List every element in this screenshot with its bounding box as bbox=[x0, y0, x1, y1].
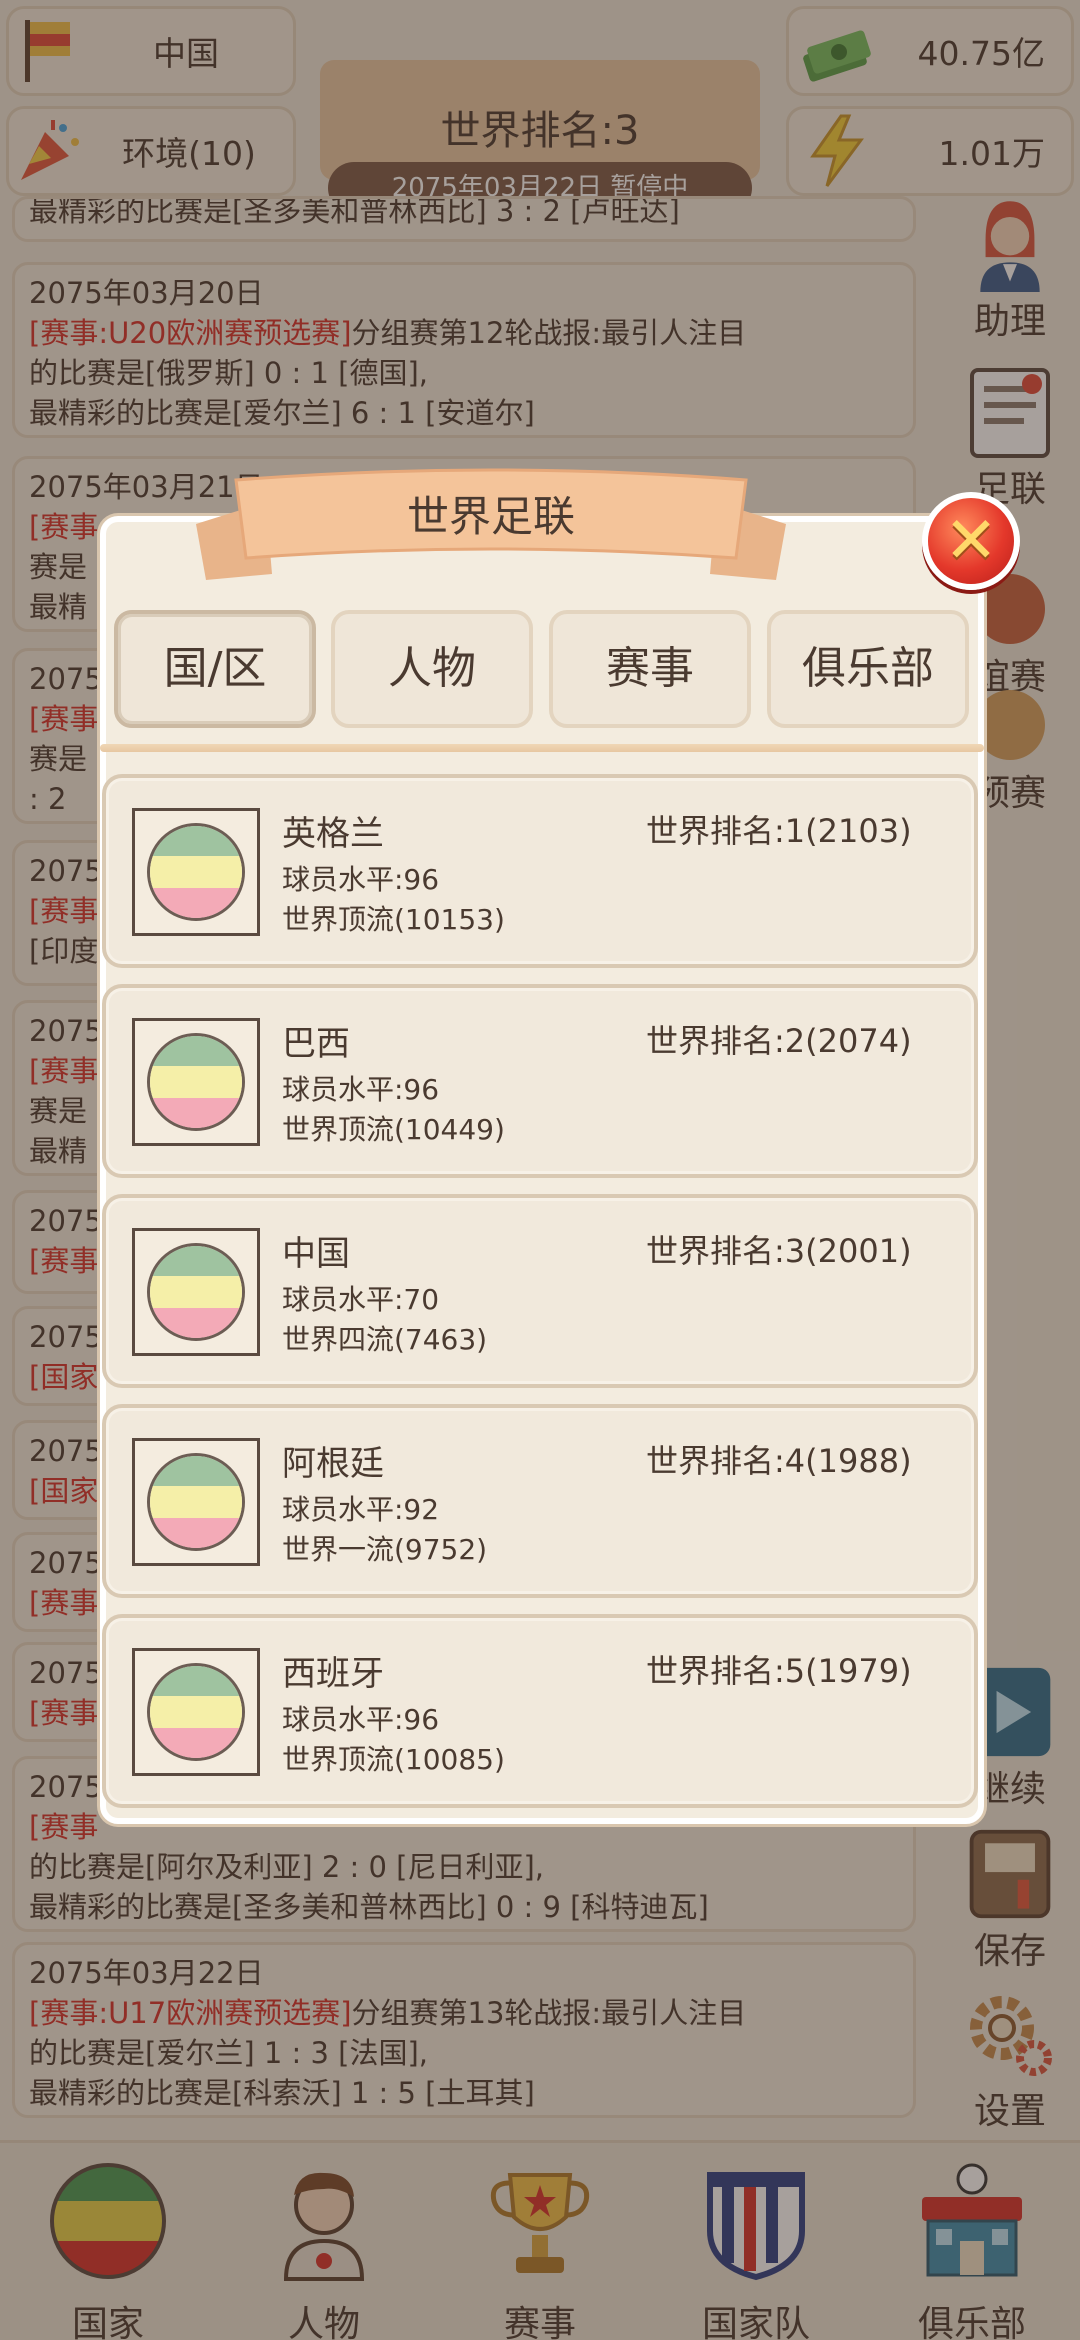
country-tier: 世界顶流(10153) bbox=[282, 903, 505, 936]
country-flag-icon bbox=[147, 823, 245, 921]
country-tier: 世界顶流(10085) bbox=[282, 1743, 505, 1776]
country-tier: 世界四流(7463) bbox=[282, 1323, 488, 1356]
flag-frame bbox=[132, 1438, 260, 1566]
country-flag-icon bbox=[147, 1453, 245, 1551]
player-level: 球员水平:92 bbox=[282, 1493, 440, 1526]
country-card[interactable]: 中国 世界排名:3(2001) 球员水平:70 世界四流(7463) bbox=[102, 1194, 978, 1388]
tab-events[interactable]: 赛事 bbox=[549, 610, 751, 728]
country-card[interactable]: 西班牙 世界排名:5(1979) 球员水平:96 世界顶流(10085) bbox=[102, 1614, 978, 1808]
tab-divider bbox=[100, 744, 984, 752]
flag-frame bbox=[132, 1228, 260, 1356]
player-level: 球员水平:96 bbox=[282, 1703, 440, 1736]
country-name: 英格兰 bbox=[282, 814, 384, 854]
country-name: 西班牙 bbox=[282, 1654, 384, 1694]
country-name: 巴西 bbox=[282, 1024, 350, 1064]
country-name: 中国 bbox=[282, 1234, 350, 1274]
world-rank: 世界排名:4(1988) bbox=[646, 1442, 912, 1480]
tab-clubs[interactable]: 俱乐部 bbox=[767, 610, 969, 728]
flag-frame bbox=[132, 1648, 260, 1776]
world-rank: 世界排名:2(2074) bbox=[646, 1022, 912, 1060]
country-card[interactable]: 巴西 世界排名:2(2074) 球员水平:96 世界顶流(10449) bbox=[102, 984, 978, 1178]
close-button[interactable]: ✕ bbox=[922, 492, 1020, 590]
player-level: 球员水平:70 bbox=[282, 1283, 440, 1316]
world-rank: 世界排名:1(2103) bbox=[646, 812, 912, 850]
country-tier: 世界顶流(10449) bbox=[282, 1113, 505, 1146]
flag-frame bbox=[132, 808, 260, 936]
country-card[interactable]: 阿根廷 世界排名:4(1988) 球员水平:92 世界一流(9752) bbox=[102, 1404, 978, 1598]
player-level: 球员水平:96 bbox=[282, 1073, 440, 1106]
country-flag-icon bbox=[147, 1663, 245, 1761]
country-flag-icon bbox=[147, 1243, 245, 1341]
country-card[interactable]: 英格兰 世界排名:1(2103) 球员水平:96 世界顶流(10153) bbox=[102, 774, 978, 968]
world-rank: 世界排名:5(1979) bbox=[646, 1652, 912, 1690]
flag-frame bbox=[132, 1018, 260, 1146]
close-icon: ✕ bbox=[944, 504, 998, 578]
player-level: 球员水平:96 bbox=[282, 863, 440, 896]
country-flag-icon bbox=[147, 1033, 245, 1131]
world-rank: 世界排名:3(2001) bbox=[646, 1232, 912, 1270]
dialog-title-banner: 世界足联 bbox=[196, 462, 786, 592]
country-name: 阿根廷 bbox=[282, 1444, 384, 1484]
country-tier: 世界一流(9752) bbox=[282, 1533, 488, 1566]
dialog-title: 世界足联 bbox=[406, 492, 575, 541]
tab-country-region[interactable]: 国/区 bbox=[114, 610, 316, 728]
tab-people[interactable]: 人物 bbox=[331, 610, 533, 728]
